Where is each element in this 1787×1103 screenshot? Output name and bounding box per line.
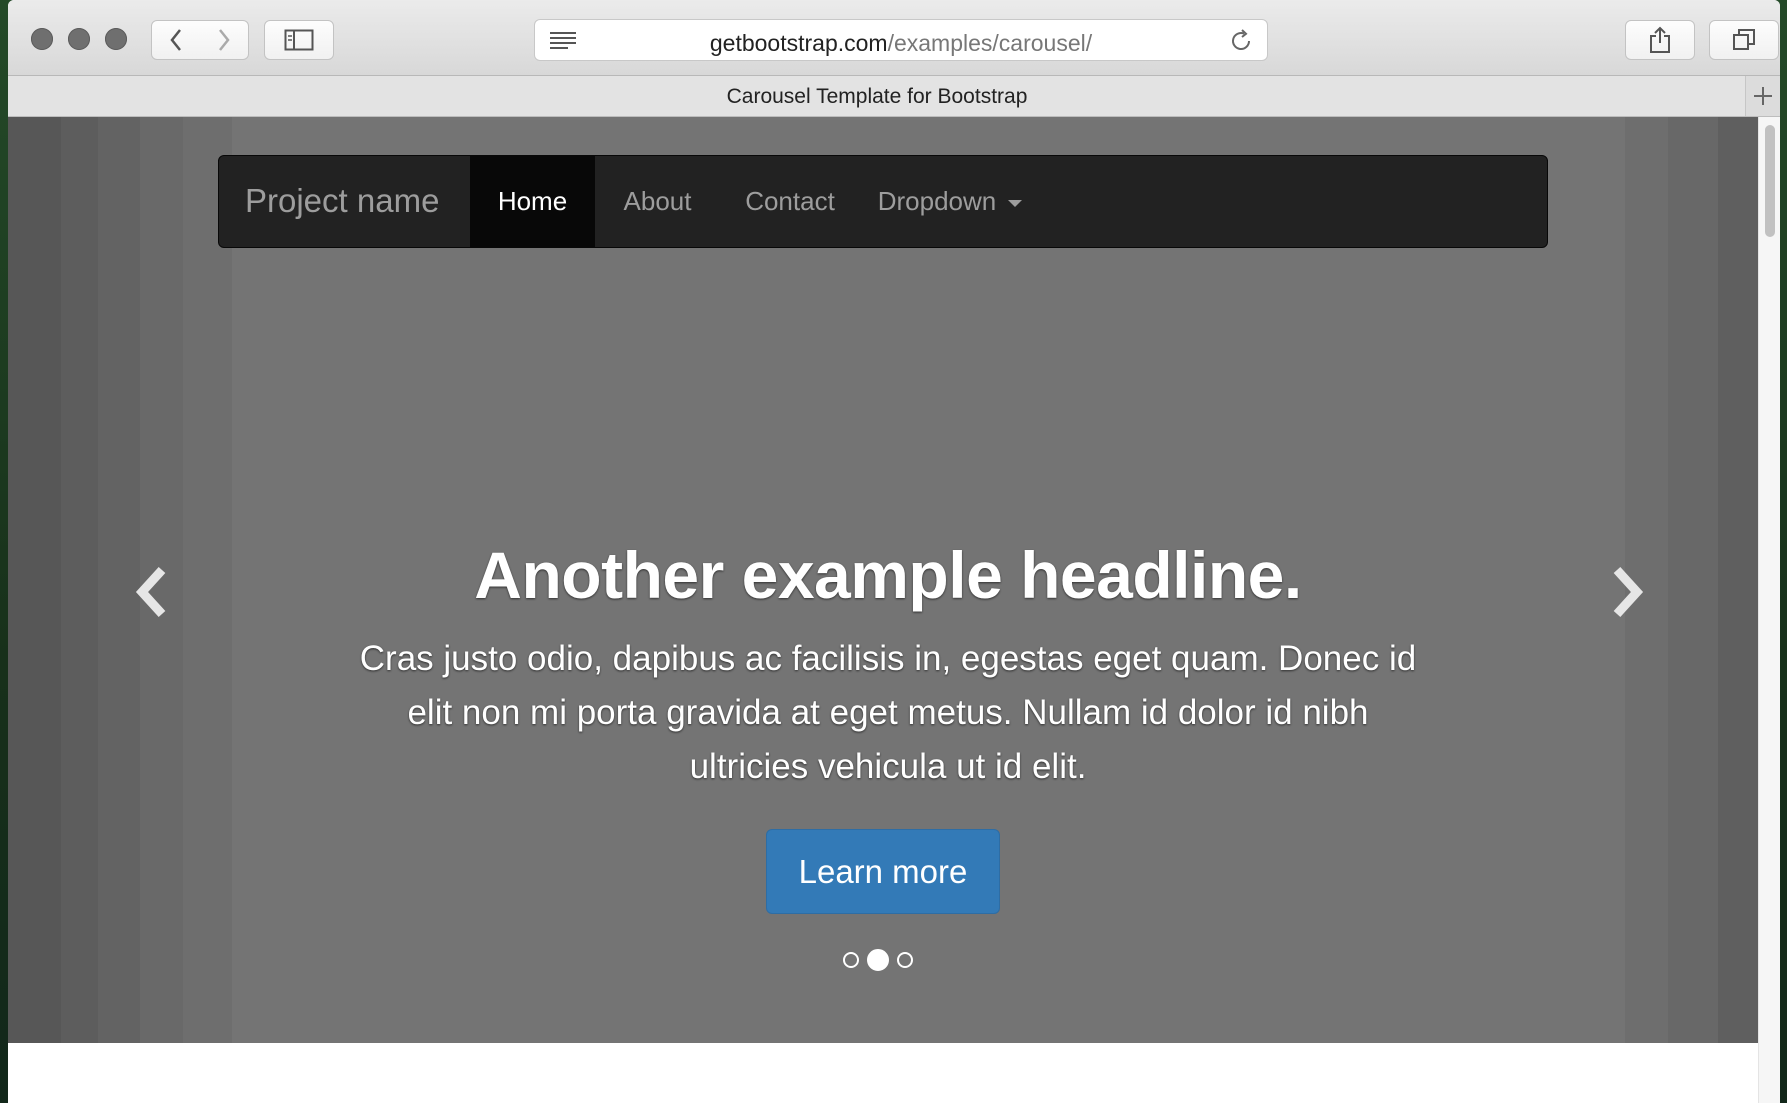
caret-down-icon [1008,199,1023,207]
carousel-lead-text: Cras justo odio, dapibus ac facilisis in… [359,639,1417,786]
browser-window: getbootstrap.com/examples/carousel/ Caro… [8,0,1780,1103]
chevron-right-icon [219,29,230,51]
share-icon [1650,26,1670,53]
carousel-next-control[interactable] [1598,557,1658,627]
forward-button[interactable] [200,20,249,60]
url-host: getbootstrap.com [709,30,888,56]
carousel-indicator-1[interactable] [843,952,859,968]
carousel-indicator-2[interactable] [867,949,889,971]
navbar-brand[interactable]: Project name [245,182,439,220]
share-button[interactable] [1625,20,1695,60]
nav-item-home[interactable]: Home [470,156,595,247]
minimize-window-button[interactable] [68,28,90,50]
address-bar[interactable]: getbootstrap.com/examples/carousel/ [534,19,1268,61]
chevron-left-icon [135,566,166,618]
sidebar-toggle-button[interactable] [264,20,334,60]
nav-item-dropdown[interactable]: Dropdown [860,156,1040,247]
tabs-overview-button[interactable] [1709,20,1779,60]
learn-more-button[interactable]: Learn more [766,829,1000,914]
reload-icon[interactable] [1229,29,1253,58]
url-text: getbootstrap.com/examples/carousel/ [535,30,1267,57]
carousel: Project name Home About Contact Dropdown… [8,117,1758,1043]
chevron-right-icon [1613,566,1644,618]
carousel-prev-control[interactable] [121,557,181,627]
url-path: /examples/carousel/ [887,30,1093,56]
close-window-button[interactable] [31,28,53,50]
carousel-indicator-3[interactable] [897,952,913,968]
browser-toolbar: getbootstrap.com/examples/carousel/ [8,0,1780,76]
zoom-window-button[interactable] [105,28,127,50]
nav-item-contact[interactable]: Contact [720,156,860,247]
plus-icon [1754,87,1772,105]
vertical-scrollbar[interactable] [1758,117,1780,1103]
tab-title[interactable]: Carousel Template for Bootstrap [8,85,1746,109]
new-tab-button[interactable] [1745,76,1780,116]
nav-item-about[interactable]: About [595,156,720,247]
dropdown-label: Dropdown [877,186,997,216]
back-button[interactable] [151,20,201,60]
navbar: Project name Home About Contact Dropdown [218,155,1548,248]
chevron-left-icon [170,29,181,51]
tab-bar: Carousel Template for Bootstrap [8,76,1780,117]
scrollbar-thumb[interactable] [1765,125,1775,237]
sidebar-icon [284,29,314,51]
carousel-headline: Another example headline. [474,538,1302,612]
page-viewport: Project name Home About Contact Dropdown… [8,117,1758,1103]
tabs-icon [1733,29,1755,50]
